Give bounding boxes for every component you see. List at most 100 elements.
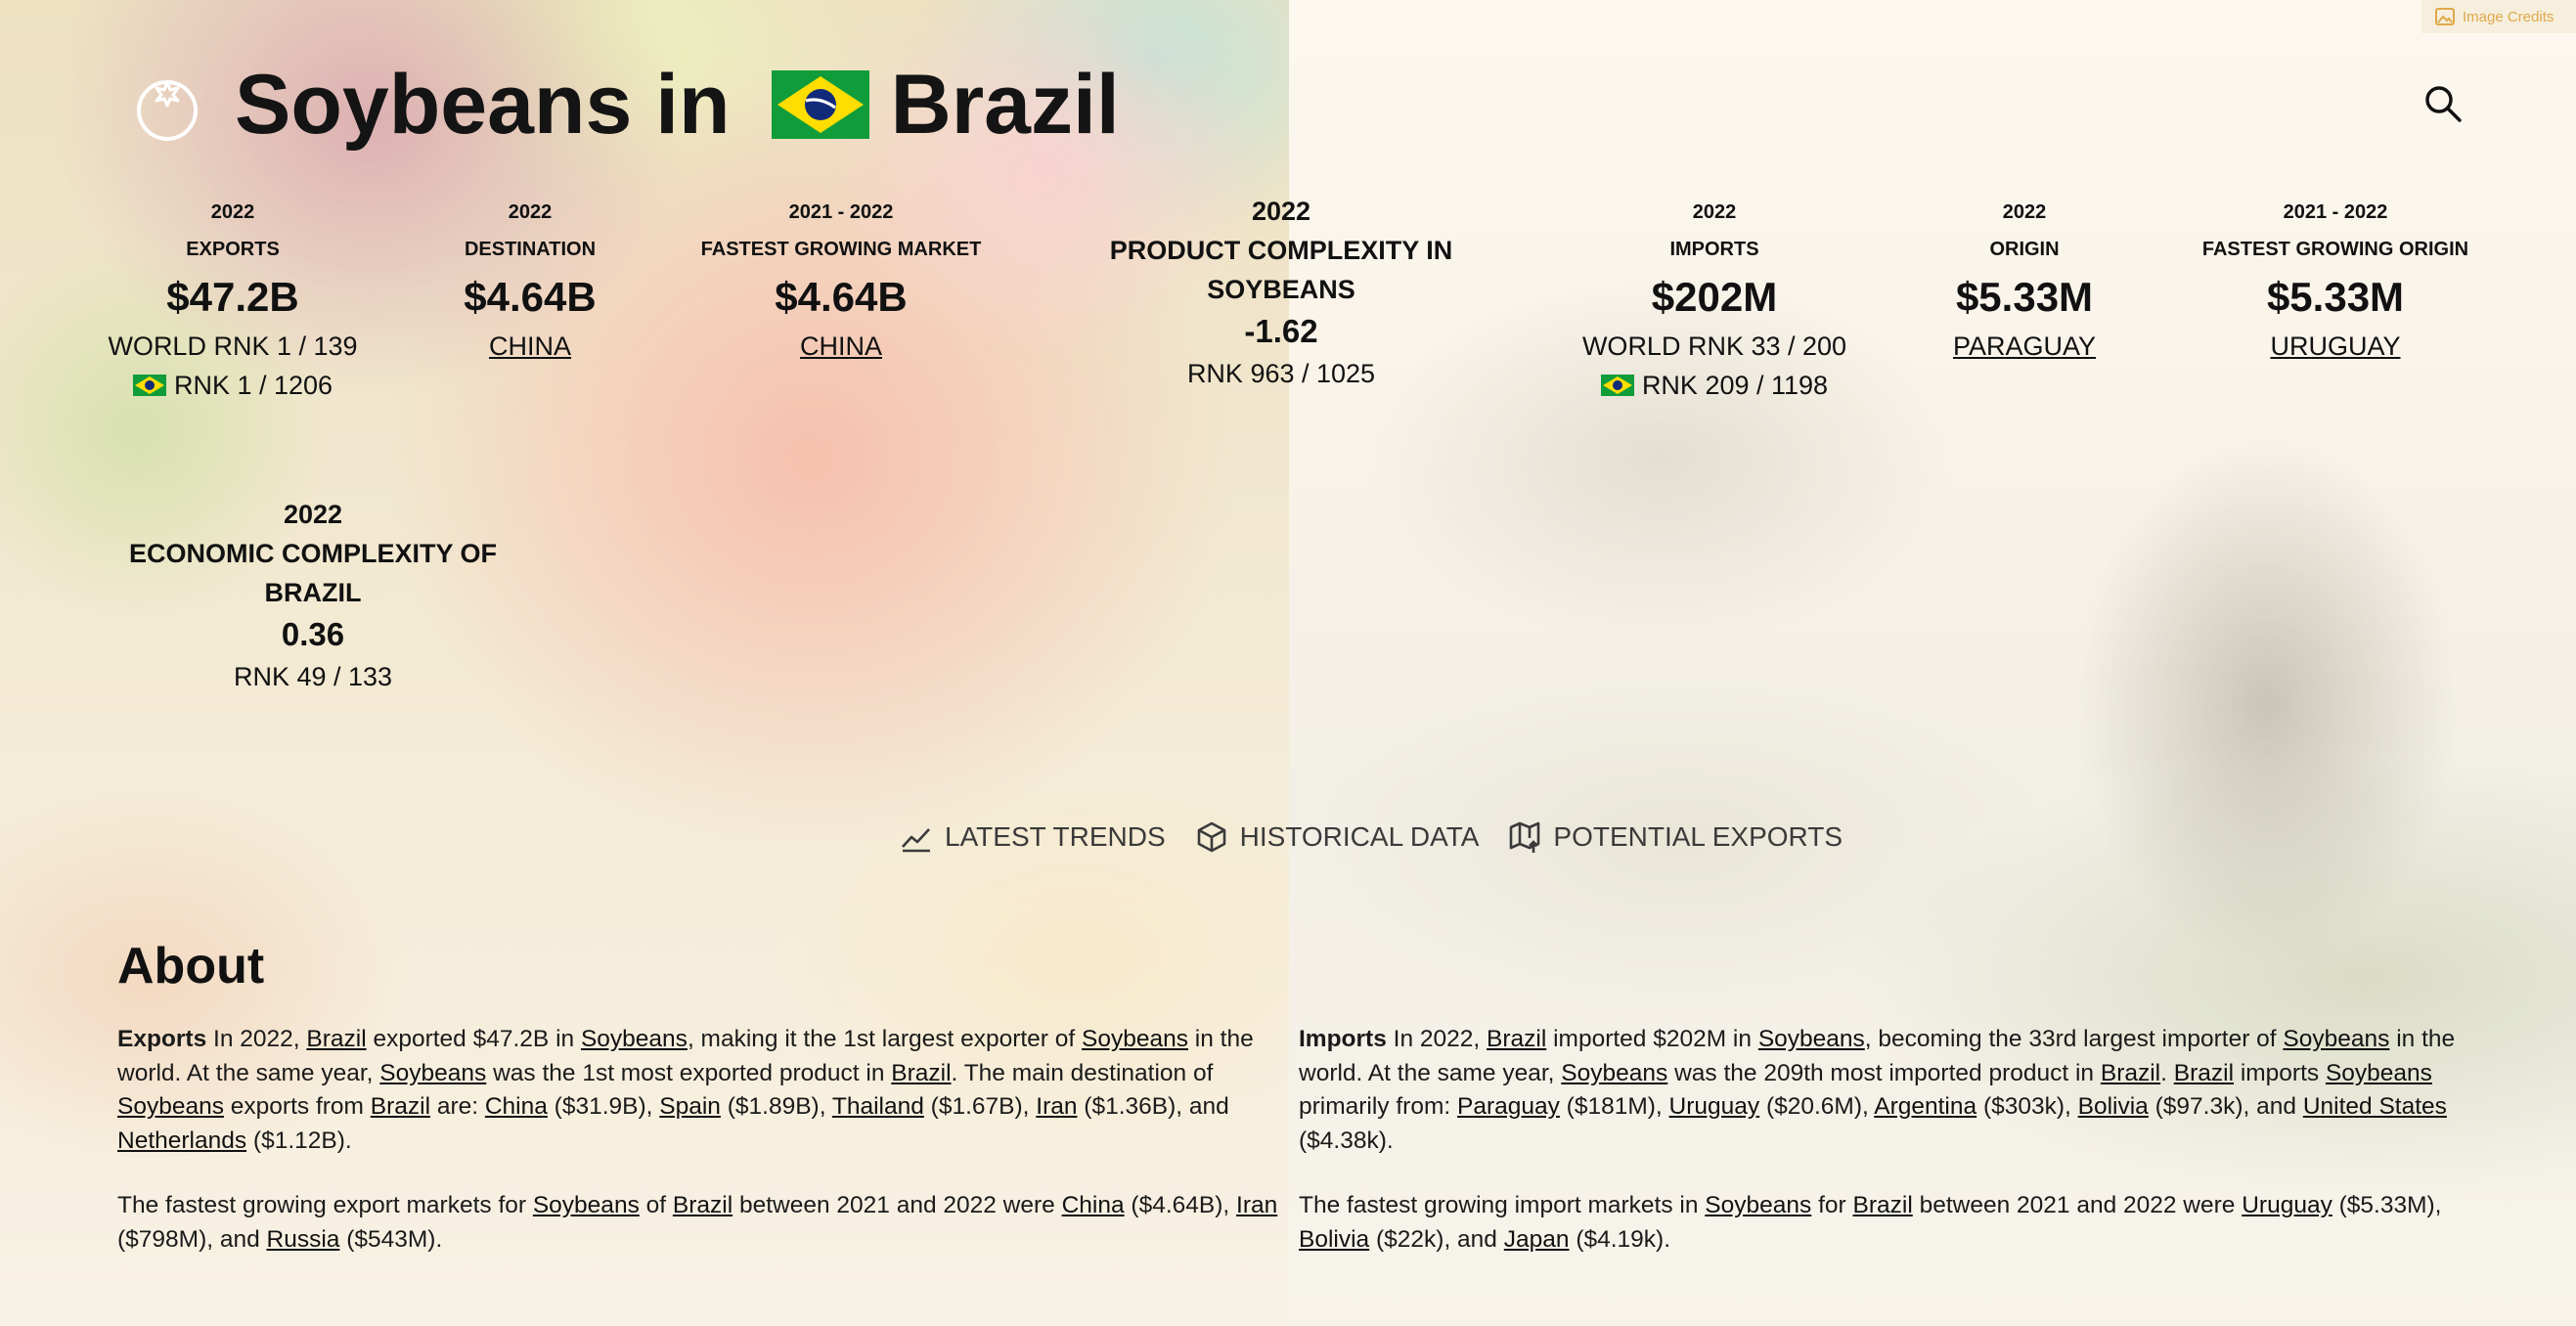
stat-year: 2022 (1692, 201, 1737, 223)
text: of (639, 1192, 673, 1218)
iran-link[interactable]: Iran (1236, 1192, 1277, 1218)
soybeans-link[interactable]: Soybeans (1758, 1026, 1865, 1052)
china-link[interactable]: China (485, 1093, 548, 1120)
text: ($4.38k). (1299, 1127, 1394, 1154)
text: ($20.6M), (1759, 1093, 1875, 1120)
stat-year: 2022 (210, 201, 255, 223)
soybeans-link[interactable]: Soybeans (581, 1026, 688, 1052)
stat-label: PRODUCT COMPLEXITY IN SOYBEANS (1109, 236, 1453, 304)
origin-country-link[interactable]: PARAGUAY (1897, 327, 2152, 366)
text: between 2021 and 2022 were (733, 1192, 1062, 1218)
fastest-market-country-link[interactable]: CHINA (685, 327, 998, 366)
japan-link[interactable]: Japan (1504, 1226, 1570, 1253)
stat-value: $47.2B (166, 274, 299, 320)
brazil-link[interactable]: Brazil (306, 1026, 366, 1052)
text: ($1.36B), and (1077, 1093, 1229, 1120)
title-country: Brazil (890, 57, 1120, 152)
tomato-icon (137, 80, 198, 141)
bolivia-link[interactable]: Bolivia (2078, 1093, 2149, 1120)
stat-label: EXPORTS (186, 239, 280, 260)
text: between 2021 and 2022 were (1912, 1192, 2243, 1218)
stat-year: 2022 (2002, 201, 2047, 223)
stat-exports: 2022 EXPORTS $47.2B WORLD RNK 1 / 139 RN… (98, 194, 368, 405)
text: ($97.3k), and (2148, 1093, 2303, 1120)
stat-value: $5.33M (1955, 274, 2094, 320)
tab-historical-data[interactable]: HISTORICAL DATA (1195, 820, 1479, 854)
stat-imports: 2022 IMPORTS $202M WORLD RNK 33 / 200 RN… (1565, 194, 1864, 405)
stat-year: 2021 - 2022 (2283, 201, 2388, 223)
stat-value: $4.64B (775, 274, 908, 320)
fastest-origin-country-link[interactable]: URUGUAY (2189, 327, 2482, 366)
soybeans-link[interactable]: Soybeans (379, 1060, 486, 1086)
brazil-link[interactable]: Brazil (1487, 1026, 1546, 1052)
text: . The main destination of (951, 1059, 1214, 1086)
brazil-link[interactable]: Brazil (891, 1060, 951, 1086)
stat-value: 0.36 (281, 616, 345, 652)
paraguay-link[interactable]: Paraguay (1457, 1093, 1560, 1120)
soybeans-link[interactable]: Soybeans (2326, 1060, 2432, 1086)
text: ($4.64B), (1124, 1192, 1237, 1218)
stat-fastest-growing-market: 2021 - 2022 FASTEST GROWING MARKET $4.64… (685, 194, 998, 366)
stat-economic-complexity: 2022 ECONOMIC COMPLEXITY OF BRAZIL 0.36 … (127, 495, 499, 696)
soybeans-link[interactable]: Soybeans (2283, 1026, 2389, 1052)
russia-link[interactable]: Russia (267, 1226, 340, 1253)
text: In 2022, (1386, 1026, 1488, 1052)
brazil-link[interactable]: Brazil (2174, 1060, 2234, 1086)
soybeans-link[interactable]: Soybeans (1082, 1026, 1188, 1052)
netherlands-link[interactable]: Netherlands (117, 1127, 246, 1154)
brazil-link[interactable]: Brazil (673, 1192, 733, 1218)
brazil-link[interactable]: Brazil (2101, 1060, 2160, 1086)
stat-country-rank-text: RNK 1 / 1206 (173, 371, 333, 400)
stat-label: FASTEST GROWING MARKET (700, 239, 982, 260)
stat-rank: RNK 963 / 1025 (1186, 359, 1376, 388)
export-growth-paragraph: The fastest growing export markets for S… (117, 1189, 1310, 1257)
text: exported $47.2B in (366, 1026, 581, 1052)
section-tabs: LATEST TRENDS HISTORICAL DATA POTENTIAL … (900, 812, 1843, 862)
brazil-link[interactable]: Brazil (371, 1093, 430, 1120)
text: for (1811, 1192, 1853, 1218)
uruguay-link[interactable]: Uruguay (2242, 1192, 2332, 1218)
text: ($303k), (1976, 1093, 2078, 1120)
search-icon[interactable] (2423, 84, 2463, 123)
text: ($22k), and (1369, 1225, 1504, 1253)
soybeans-link[interactable]: Soybeans (117, 1093, 224, 1120)
soybeans-link[interactable]: Soybeans (1705, 1192, 1811, 1218)
exports-heading: Exports (117, 1026, 207, 1052)
tab-latest-trends[interactable]: LATEST TRENDS (900, 820, 1166, 854)
stat-label: ECONOMIC COMPLEXITY OF BRAZIL (128, 539, 498, 607)
stat-country-rank: RNK 1 / 1206 (98, 366, 368, 405)
text: exports from (223, 1093, 371, 1120)
spain-link[interactable]: Spain (659, 1093, 721, 1120)
text: imports (2234, 1059, 2326, 1086)
tab-label: POTENTIAL EXPORTS (1553, 821, 1843, 852)
destination-country-link[interactable]: CHINA (413, 327, 647, 366)
argentina-link[interactable]: Argentina (1874, 1093, 1976, 1120)
imports-paragraph: Imports In 2022, Brazil imported $202M i… (1299, 1023, 2492, 1158)
map-arrow-icon (1510, 821, 1540, 853)
thailand-link[interactable]: Thailand (832, 1093, 924, 1120)
image-credits-button[interactable]: Image Credits (2421, 0, 2576, 33)
text: are: (430, 1093, 485, 1120)
imports-heading: Imports (1299, 1026, 1387, 1052)
united-states-link[interactable]: United States (2303, 1093, 2447, 1120)
stat-year: 2021 - 2022 (788, 201, 894, 223)
brazil-link[interactable]: Brazil (1853, 1192, 1913, 1218)
soybeans-link[interactable]: Soybeans (533, 1192, 640, 1218)
brazil-flag-icon (1600, 375, 1634, 396)
stat-year: 2022 (508, 201, 553, 223)
text: . (2160, 1059, 2174, 1086)
import-growth-paragraph: The fastest growing import markets in So… (1299, 1189, 2492, 1257)
cube-icon (1197, 821, 1225, 853)
text: ($1.12B). (246, 1127, 352, 1154)
about-heading: About (117, 938, 265, 994)
stat-origin: 2022 ORIGIN $5.33M PARAGUAY (1897, 194, 2152, 366)
stat-label: FASTEST GROWING ORIGIN (2201, 239, 2469, 260)
iran-link[interactable]: Iran (1036, 1093, 1077, 1120)
soybeans-link[interactable]: Soybeans (1561, 1060, 1667, 1086)
bolivia-link[interactable]: Bolivia (1299, 1226, 1369, 1253)
text: , making it the 1st largest exporter of (687, 1026, 1083, 1052)
tab-potential-exports[interactable]: POTENTIAL EXPORTS (1508, 820, 1843, 854)
uruguay-link[interactable]: Uruguay (1669, 1093, 1760, 1120)
china-link[interactable]: China (1062, 1192, 1125, 1218)
page-title: Soybeans in Brazil (235, 51, 1120, 158)
